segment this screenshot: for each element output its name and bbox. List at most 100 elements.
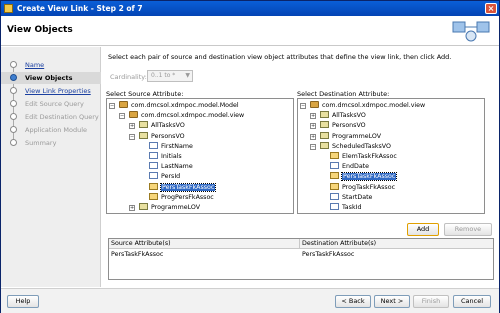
tree-node[interactable]: ProgrammeLOV bbox=[320, 131, 381, 142]
cardinality-value: 0..1 to * bbox=[151, 72, 176, 79]
tree-node[interactable]: ProgrammeLOV bbox=[139, 203, 200, 213]
attribute-icon bbox=[149, 141, 158, 149]
view-object-icon bbox=[139, 121, 148, 129]
tree-node-label: AllTasksVO bbox=[332, 112, 366, 120]
collapse-icon[interactable]: − bbox=[310, 143, 316, 150]
tree-node[interactable]: PersTaskFkAssoc bbox=[149, 182, 217, 193]
tree-node[interactable]: ProgTaskFkAssoc bbox=[330, 182, 396, 193]
tree-node[interactable]: PersonsVO bbox=[139, 131, 185, 142]
tree-node[interactable]: PersonsVO bbox=[320, 121, 366, 131]
wizard-footer: Help < Back Next > Finish Cancel bbox=[1, 288, 499, 313]
step-marker-icon bbox=[10, 74, 17, 81]
tree-node[interactable]: AllTasksVO bbox=[320, 111, 366, 121]
wizard-window: Create View Link - Step 2 of 7 × View Ob… bbox=[0, 0, 500, 313]
tree-node-label: PersTaskFkAssoc bbox=[159, 182, 217, 192]
view-object-icon bbox=[320, 131, 329, 139]
attribute-icon bbox=[149, 152, 158, 159]
cancel-button[interactable]: Cancel bbox=[453, 295, 491, 308]
association-icon bbox=[149, 182, 158, 190]
wizard-header: View Objects bbox=[1, 16, 499, 46]
tree-node-label: TaskId bbox=[342, 204, 362, 211]
attribute-icon bbox=[330, 203, 339, 210]
tree-node[interactable]: com.dmcsol.xdmpoc.model.Model bbox=[119, 101, 239, 111]
tree-node-label: StartDate bbox=[342, 193, 373, 201]
step-label: Edit Source Query bbox=[25, 100, 84, 108]
attribute-icon bbox=[330, 162, 339, 170]
tree-node[interactable]: com.dmcsol.xdmpoc.model.view bbox=[310, 101, 425, 111]
instruction-text: Select each pair of source and destinati… bbox=[108, 53, 452, 61]
step-label: Name bbox=[25, 61, 45, 69]
destination-label: Select Destination Attribute: bbox=[297, 90, 390, 98]
cardinality-select[interactable]: 0..1 to * ▼ bbox=[147, 70, 193, 82]
source-label: Select Source Attribute: bbox=[106, 90, 184, 98]
collapse-icon[interactable]: − bbox=[129, 133, 135, 140]
tree-node[interactable]: PersTaskFkAssoc bbox=[330, 172, 398, 182]
tree-node-label: EndDate bbox=[342, 163, 370, 171]
step-marker-icon bbox=[10, 87, 17, 94]
back-button[interactable]: < Back bbox=[335, 295, 371, 308]
tree-node[interactable]: Initials bbox=[149, 152, 182, 162]
tree-node[interactable]: StartDate bbox=[330, 192, 373, 203]
page-title: View Objects bbox=[7, 25, 73, 35]
close-icon[interactable]: × bbox=[485, 3, 497, 14]
package-icon bbox=[310, 101, 319, 108]
tree-node[interactable]: TaskId bbox=[330, 203, 361, 213]
app-icon bbox=[4, 4, 13, 13]
column-header-source[interactable]: Source Attribute(s) bbox=[109, 239, 300, 249]
finish-button[interactable]: Finish bbox=[413, 295, 449, 308]
remove-button[interactable]: Remove bbox=[444, 223, 492, 236]
expand-icon[interactable]: + bbox=[310, 123, 316, 130]
view-link-logo-icon bbox=[452, 21, 490, 42]
tree-node-label: com.dmcsol.xdmpoc.model.view bbox=[141, 112, 245, 120]
table-cell-destination: PersTaskFkAssoc bbox=[302, 251, 355, 258]
view-object-icon bbox=[139, 203, 148, 210]
view-object-icon bbox=[320, 111, 329, 119]
step-marker-icon bbox=[10, 113, 17, 120]
attribute-icon bbox=[149, 162, 158, 170]
tree-node[interactable]: AllTasksVO bbox=[139, 121, 185, 131]
tree-node[interactable]: PersId bbox=[149, 172, 180, 182]
step-label: View Link Properties bbox=[25, 87, 91, 95]
view-object-icon bbox=[320, 141, 329, 149]
expand-icon[interactable]: + bbox=[310, 113, 316, 120]
tree-node-label: ProgTaskFkAssoc bbox=[342, 183, 396, 191]
package-icon bbox=[119, 101, 128, 108]
step-label: View Objects bbox=[25, 74, 73, 82]
collapse-icon[interactable]: − bbox=[109, 103, 115, 109]
expand-icon[interactable]: + bbox=[129, 123, 135, 130]
destination-tree[interactable]: − com.dmcsol.xdmpoc.model.view + AllTasksVO… bbox=[297, 98, 485, 214]
collapse-icon[interactable]: − bbox=[300, 103, 306, 109]
tree-node-label: ProgrammeLOV bbox=[151, 204, 201, 211]
steps-panel: Name View Objects View Link Properties Edit… bbox=[1, 47, 101, 287]
expand-icon[interactable]: + bbox=[310, 133, 316, 140]
help-button[interactable]: Help bbox=[7, 295, 39, 308]
tree-node[interactable]: ScheduledTasksVO bbox=[320, 141, 391, 152]
expand-icon[interactable]: + bbox=[129, 205, 135, 211]
step-marker-icon bbox=[10, 139, 17, 146]
source-tree[interactable]: − com.dmcsol.xdmpoc.model.Model − com.dmcso… bbox=[106, 98, 294, 214]
tree-node-label: PersId bbox=[161, 173, 181, 181]
collapse-icon[interactable]: − bbox=[119, 113, 125, 120]
step-marker-icon bbox=[10, 100, 17, 107]
add-button[interactable]: Add bbox=[407, 223, 439, 236]
tree-node[interactable]: com.dmcsol.xdmpoc.model.view bbox=[129, 111, 244, 121]
association-icon bbox=[330, 152, 339, 159]
tree-node[interactable]: EndDate bbox=[330, 162, 369, 172]
tree-node[interactable]: LastName bbox=[149, 162, 193, 172]
tree-node-label: Initials bbox=[161, 153, 182, 160]
column-header-destination[interactable]: Destination Attribute(s) bbox=[300, 239, 493, 249]
next-button[interactable]: Next > bbox=[374, 295, 410, 308]
tree-node-label: ProgPersFkAssoc bbox=[161, 193, 214, 201]
tree-node[interactable]: FirstName bbox=[149, 141, 193, 152]
attribute-pairs-table: Source Attribute(s) Destination Attribut… bbox=[108, 238, 494, 280]
step-marker-icon bbox=[10, 61, 17, 68]
tree-node[interactable]: ProgPersFkAssoc bbox=[149, 192, 214, 203]
tree-node[interactable]: ElemTaskFkAssoc bbox=[330, 152, 397, 162]
step-label: Application Module bbox=[25, 126, 88, 134]
view-object-icon bbox=[139, 131, 148, 139]
attribute-icon bbox=[330, 192, 339, 200]
chevron-down-icon: ▼ bbox=[185, 72, 190, 79]
attribute-icon bbox=[149, 172, 158, 180]
association-icon bbox=[330, 182, 339, 190]
tree-node-label: PersonsVO bbox=[332, 122, 366, 130]
